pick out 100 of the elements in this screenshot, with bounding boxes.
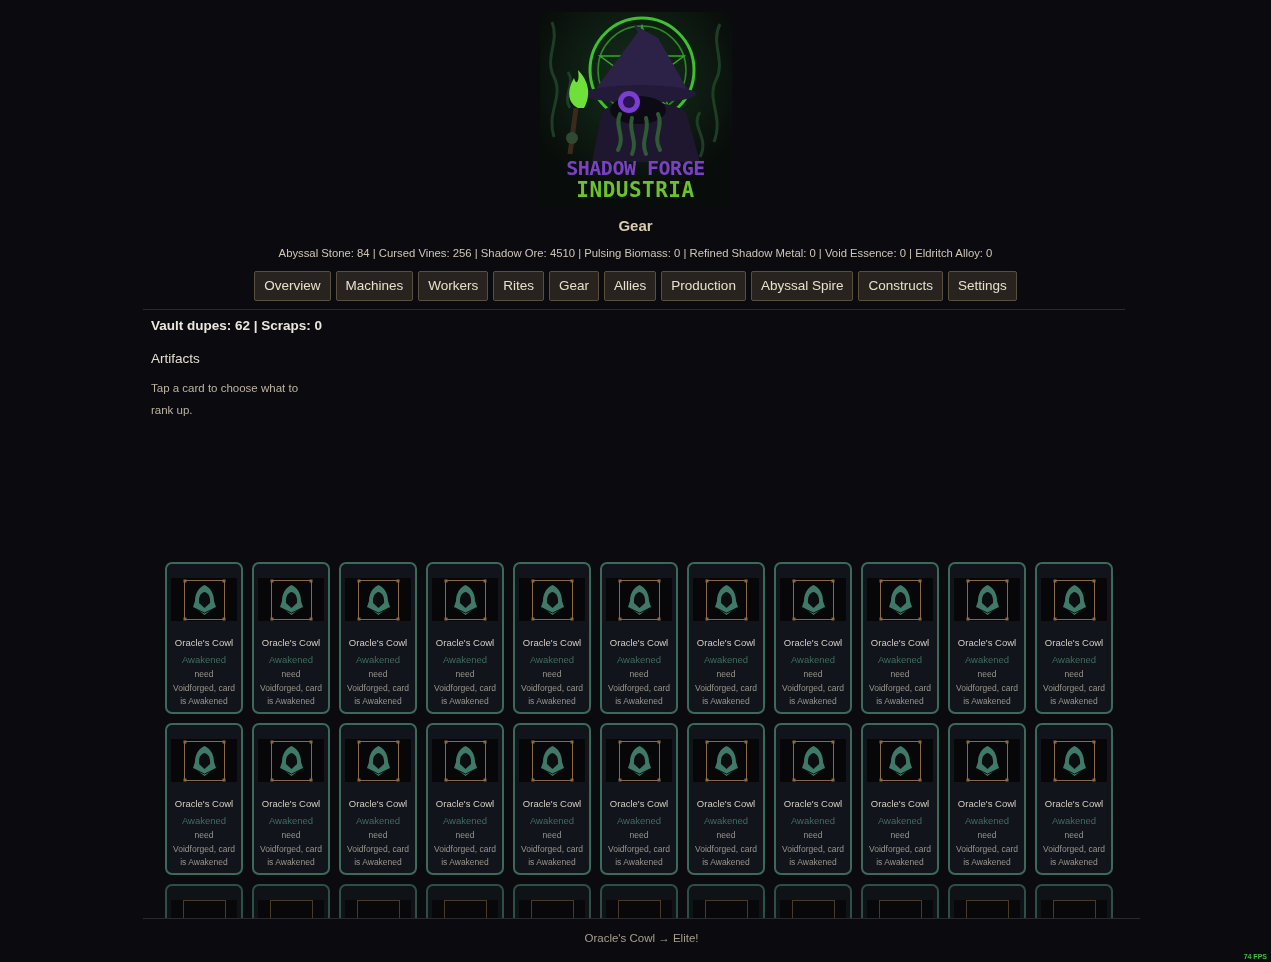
card-art <box>606 900 672 918</box>
card-grade: Awakened <box>355 814 401 828</box>
card-requirement: need Voidforged, card is Awakened <box>607 668 671 708</box>
card-grade: Awakened <box>529 814 575 828</box>
nav-tab[interactable]: Machines <box>335 271 414 301</box>
artifact-card[interactable] <box>426 884 504 918</box>
artifact-card[interactable]: Oracle's Cowl Awakened need Voidforged, card is Awakened <box>687 723 765 875</box>
artifact-card[interactable] <box>1035 884 1113 918</box>
card-name: Oracle's Cowl <box>870 798 930 810</box>
artifact-card[interactable]: Oracle's Cowl Awakened need Voidforged, card is Awakened <box>252 723 330 875</box>
artifact-card[interactable]: Oracle's Cowl Awakened need Voidforged, card is Awakened <box>252 562 330 714</box>
artifact-card[interactable]: Oracle's Cowl Awakened need Voidforged, card is Awakened <box>513 562 591 714</box>
artifact-card[interactable] <box>687 884 765 918</box>
section-title: Artifacts <box>151 350 200 368</box>
framed-hood-icon <box>269 739 313 782</box>
nav-tab[interactable]: Production <box>661 271 746 301</box>
card-requirement: need Voidforged, card is Awakened <box>520 829 584 869</box>
artifact-card[interactable]: Oracle's Cowl Awakened need Voidforged, card is Awakened <box>861 723 939 875</box>
card-requirement: need Voidforged, card is Awakened <box>172 668 236 708</box>
nav-tab[interactable]: Settings <box>947 271 1017 301</box>
artifact-card[interactable]: Oracle's Cowl Awakened need Voidforged, card is Awakened <box>513 723 591 875</box>
artifact-card[interactable]: Oracle's Cowl Awakened need Voidforged, card is Awakened <box>861 562 939 714</box>
nav-tab[interactable]: Allies <box>604 271 657 301</box>
framed-hood-icon <box>965 578 1009 621</box>
framed-hood-icon <box>269 578 313 621</box>
card-name: Oracle's Cowl <box>522 637 582 649</box>
artifact-card[interactable]: Oracle's Cowl Awakened need Voidforged, card is Awakened <box>687 562 765 714</box>
artifact-card[interactable] <box>165 884 243 918</box>
page-title: Gear <box>618 216 653 236</box>
card-grade: Awakened <box>616 814 662 828</box>
framed-hood-icon <box>530 739 574 782</box>
card-grade: Awakened <box>181 653 227 667</box>
nav-tab[interactable]: Rites <box>493 271 545 301</box>
card-name: Oracle's Cowl <box>174 798 234 810</box>
framed-hood-icon <box>530 578 574 621</box>
card-name: Oracle's Cowl <box>609 798 669 810</box>
card-art <box>258 900 324 918</box>
card-art <box>954 900 1020 918</box>
card-grade: Awakened <box>442 814 488 828</box>
artifact-card[interactable]: Oracle's Cowl Awakened need Voidforged, card is Awakened <box>948 723 1026 875</box>
card-requirement: need Voidforged, card is Awakened <box>781 829 845 869</box>
card-name: Oracle's Cowl <box>261 798 321 810</box>
card-name: Oracle's Cowl <box>609 637 669 649</box>
card-requirement: need Voidforged, card is Awakened <box>607 829 671 869</box>
card-requirement: need Voidforged, card is Awakened <box>868 668 932 708</box>
framed-hood-icon <box>356 578 400 621</box>
card-requirement: need Voidforged, card is Awakened <box>1042 668 1106 708</box>
artifact-card[interactable]: Oracle's Cowl Awakened need Voidforged, card is Awakened <box>774 562 852 714</box>
artifact-card[interactable] <box>774 884 852 918</box>
card-grade: Awakened <box>181 814 227 828</box>
artifact-card[interactable] <box>513 884 591 918</box>
nav-tab[interactable]: Overview <box>254 271 331 301</box>
artifact-card[interactable]: Oracle's Cowl Awakened need Voidforged, card is Awakened <box>1035 723 1113 875</box>
framed-hood-icon <box>704 739 748 782</box>
artifact-card[interactable] <box>252 884 330 918</box>
card-name: Oracle's Cowl <box>348 637 408 649</box>
card-name: Oracle's Cowl <box>783 637 843 649</box>
artifact-card[interactable]: Oracle's Cowl Awakened need Voidforged, card is Awakened <box>948 562 1026 714</box>
card-requirement: need Voidforged, card is Awakened <box>781 668 845 708</box>
artifact-card[interactable]: Oracle's Cowl Awakened need Voidforged, card is Awakened <box>165 723 243 875</box>
artifact-card[interactable] <box>339 884 417 918</box>
artifact-card[interactable] <box>861 884 939 918</box>
card-requirement: need Voidforged, card is Awakened <box>955 668 1019 708</box>
card-requirement: need Voidforged, card is Awakened <box>259 829 323 869</box>
framed-hood-icon <box>617 578 661 621</box>
card-requirement: need Voidforged, card is Awakened <box>694 668 758 708</box>
card-name: Oracle's Cowl <box>1044 798 1104 810</box>
card-requirement: need Voidforged, card is Awakened <box>346 829 410 869</box>
card-name: Oracle's Cowl <box>957 798 1017 810</box>
nav-tab[interactable]: Gear <box>549 271 600 301</box>
artifact-card[interactable]: Oracle's Cowl Awakened need Voidforged, card is Awakened <box>339 562 417 714</box>
card-grade: Awakened <box>1051 653 1097 667</box>
artifact-card[interactable] <box>948 884 1026 918</box>
artifact-card[interactable]: Oracle's Cowl Awakened need Voidforged, card is Awakened <box>426 562 504 714</box>
framed-hood-icon <box>617 739 661 782</box>
card-requirement: need Voidforged, card is Awakened <box>694 829 758 869</box>
artifact-card[interactable]: Oracle's Cowl Awakened need Voidforged, card is Awakened <box>600 723 678 875</box>
framed-hood-icon <box>878 739 922 782</box>
card-name: Oracle's Cowl <box>261 637 321 649</box>
artifact-card[interactable]: Oracle's Cowl Awakened need Voidforged, card is Awakened <box>774 723 852 875</box>
card-art <box>432 900 498 918</box>
artifact-card[interactable]: Oracle's Cowl Awakened need Voidforged, card is Awakened <box>600 562 678 714</box>
framed-hood-icon <box>791 578 835 621</box>
artifact-card[interactable]: Oracle's Cowl Awakened need Voidforged, card is Awakened <box>165 562 243 714</box>
card-name: Oracle's Cowl <box>174 637 234 649</box>
nav-tab[interactable]: Workers <box>418 271 489 301</box>
artifact-card[interactable]: Oracle's Cowl Awakened need Voidforged, card is Awakened <box>1035 562 1113 714</box>
resource-summary: Abyssal Stone: 84 | Cursed Vines: 256 | Shadow Ore: 4510 | Pulsing Biomass: 0 | Refined Shadow Metal: 0 | Void Essence: 0 | Eldritch Alloy: 0 <box>278 246 993 261</box>
logo-title: SHADOW FORGE <box>566 157 705 179</box>
framed-hood-icon <box>878 578 922 621</box>
card-grade: Awakened <box>442 653 488 667</box>
card-grade: Awakened <box>355 653 401 667</box>
nav-tab[interactable]: Abyssal Spire <box>750 271 854 301</box>
nav-tab[interactable]: Constructs <box>858 271 943 301</box>
hint-text: Tap a card to choose what to rank up. <box>151 381 300 418</box>
artifact-card[interactable]: Oracle's Cowl Awakened need Voidforged, card is Awakened <box>426 723 504 875</box>
artifact-card[interactable]: Oracle's Cowl Awakened need Voidforged, card is Awakened <box>339 723 417 875</box>
card-name: Oracle's Cowl <box>696 637 756 649</box>
artifact-card[interactable] <box>600 884 678 918</box>
framed-hood-icon <box>443 578 487 621</box>
